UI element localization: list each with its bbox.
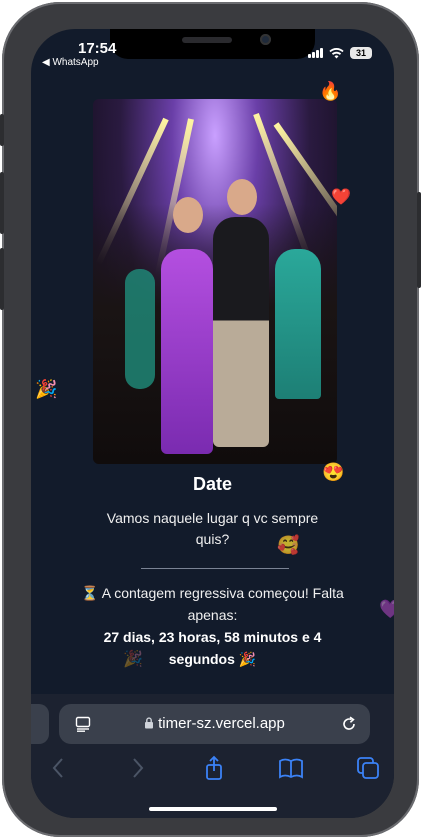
- volume-down-button: [0, 248, 4, 310]
- party-popper-emoji: 🎉: [35, 379, 58, 399]
- status-time: 17:54: [78, 40, 117, 57]
- heart-emoji: ❤️: [331, 189, 351, 206]
- forward-icon[interactable]: [123, 754, 151, 782]
- heart-eyes-emoji: 😍: [322, 462, 345, 482]
- purple-heart-emoji: 💜: [379, 599, 394, 619]
- hourglass-icon: ⏳: [81, 585, 99, 601]
- phone-frame: 17:54 ◀ WhatsApp 31 Date Vamos naquele l…: [0, 2, 421, 837]
- fire-emoji: 🔥: [319, 81, 342, 101]
- lock-icon: [145, 717, 154, 729]
- faded-party-emoji: 🎉: [123, 651, 143, 668]
- status-bar: 17:54 ◀ WhatsApp 31: [31, 29, 394, 73]
- tabs-icon[interactable]: [354, 754, 382, 782]
- volume-up-button: [0, 172, 4, 234]
- wifi-icon: [329, 47, 344, 58]
- url-text[interactable]: timer-sz.vercel.app: [59, 715, 370, 732]
- url-label: timer-sz.vercel.app: [158, 715, 285, 732]
- power-button: [417, 192, 421, 288]
- cellular-signal-icon: [308, 48, 323, 58]
- bookmarks-icon[interactable]: [277, 754, 305, 782]
- countdown-block: ⏳ A contagem regressiva começou! Falta a…: [81, 582, 344, 670]
- home-indicator[interactable]: [149, 807, 277, 811]
- status-icons: 31: [308, 47, 372, 59]
- divider: [141, 568, 289, 569]
- previous-tab-preview[interactable]: [31, 704, 49, 744]
- reload-icon[interactable]: [340, 715, 358, 733]
- screen: 17:54 ◀ WhatsApp 31 Date Vamos naquele l…: [31, 29, 394, 818]
- party-icon: 🎉: [238, 651, 257, 667]
- action-button: [0, 114, 4, 146]
- share-icon[interactable]: [200, 754, 228, 782]
- countdown-intro: A contagem regressiva começou! Falta ape…: [101, 585, 344, 623]
- battery-icon: 31: [350, 47, 372, 59]
- back-icon[interactable]: [45, 754, 73, 782]
- address-bar[interactable]: timer-sz.vercel.app: [59, 704, 370, 744]
- safari-toolbar: timer-sz.vercel.app: [31, 694, 394, 818]
- browser-nav-bar: [31, 754, 394, 784]
- smiling-hearts-emoji: 🥰: [277, 535, 300, 555]
- back-to-whatsapp-link[interactable]: ◀ WhatsApp: [42, 57, 99, 68]
- couple-photo: [93, 99, 337, 464]
